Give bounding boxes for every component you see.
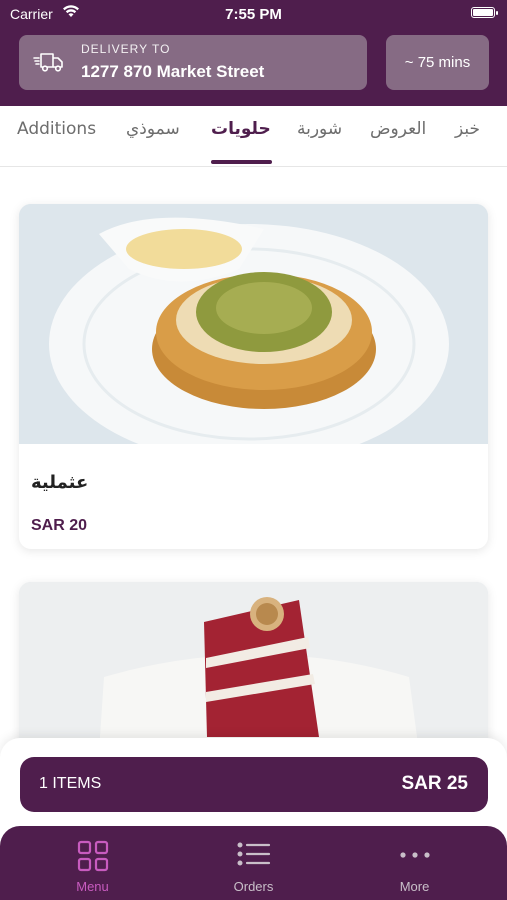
eta-text: ~ 75 mins <box>404 54 471 71</box>
status-bar: Carrier 7:55 PM <box>0 0 507 28</box>
item-price: SAR 20 <box>31 517 88 534</box>
delivery-truck-icon <box>33 53 63 72</box>
eta-badge[interactable]: ~ 75 mins <box>386 35 489 90</box>
bottom-tab-bar: Menu Orders More <box>0 826 507 900</box>
tab-more[interactable]: More <box>330 826 499 900</box>
menu-item-card[interactable]: عثملية SAR 20 <box>19 204 488 549</box>
tab-offers[interactable]: العروض <box>370 119 426 139</box>
tab-smoothie[interactable]: سموذي <box>126 119 180 139</box>
tab-orders-label: Orders <box>233 879 274 894</box>
menu-grid-icon <box>77 840 108 872</box>
item-name: عثملية <box>31 472 89 493</box>
delivery-address: 1277 870 Market Street <box>81 62 265 81</box>
status-time: 7:55 PM <box>225 6 282 23</box>
tab-menu[interactable]: Menu <box>8 826 177 900</box>
tab-sweets[interactable]: حلويات <box>211 119 271 139</box>
view-cart-button[interactable]: 1 ITEMS SAR 25 <box>20 757 488 812</box>
cart-total: SAR 25 <box>401 773 468 794</box>
tab-soup[interactable]: شوربة <box>297 119 342 139</box>
tab-additions[interactable]: Additions <box>17 119 96 139</box>
active-tab-indicator <box>211 160 272 164</box>
battery-icon <box>471 7 498 18</box>
category-tabs: Additions سموذي حلويات شوربة العروض خبز <box>0 106 507 167</box>
delivery-address-button[interactable]: DELIVERY TO 1277 870 Market Street <box>19 35 367 90</box>
tab-bread[interactable]: خبز <box>455 119 480 139</box>
tab-orders[interactable]: Orders <box>169 826 338 900</box>
item-photo-othmaliya <box>19 204 488 444</box>
delivery-to-label: DELIVERY TO <box>81 42 171 56</box>
tab-more-label: More <box>399 879 430 894</box>
more-dots-icon <box>399 852 430 858</box>
tab-menu-label: Menu <box>76 879 109 894</box>
app-header: Carrier 7:55 PM DELIVERY TO 1277 870 Mar… <box>0 0 507 106</box>
list-icon <box>237 842 270 866</box>
cart-item-count: 1 ITEMS <box>39 775 102 792</box>
